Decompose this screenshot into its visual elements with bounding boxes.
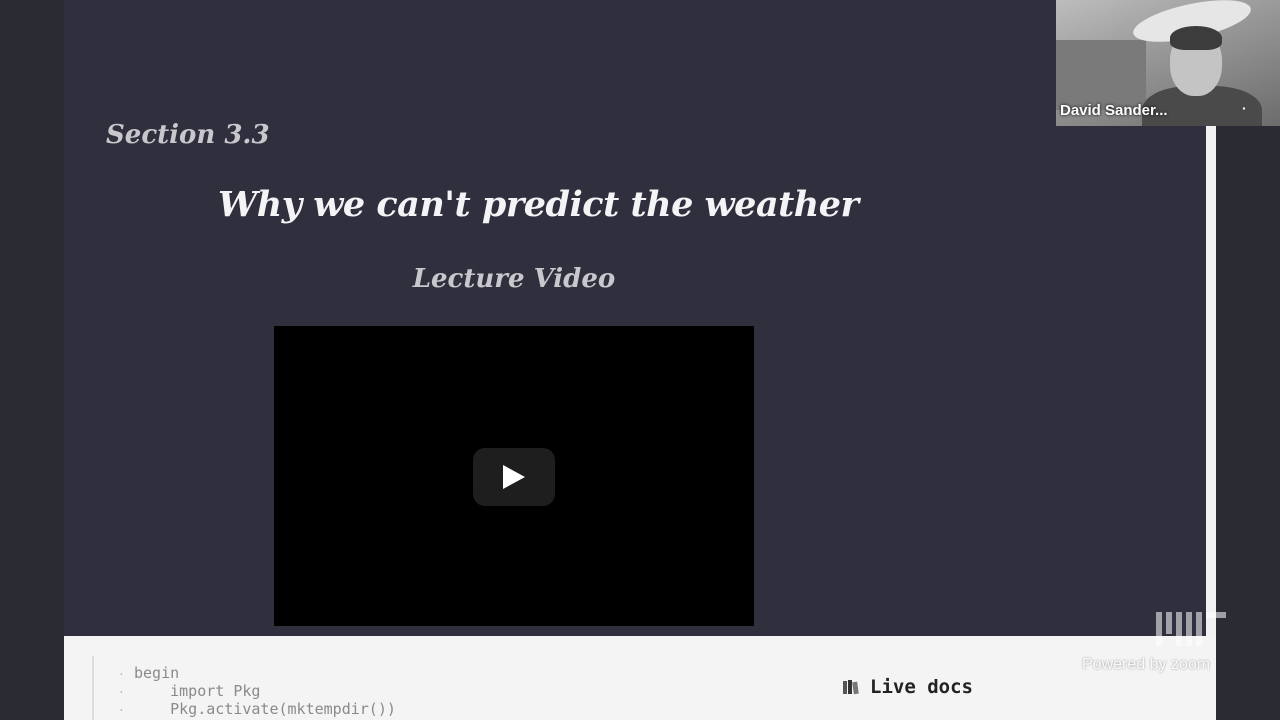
section-heading: Section 3.3: [106, 120, 270, 150]
play-button[interactable]: [473, 448, 555, 506]
live-docs-label: Live docs: [870, 676, 973, 698]
participant-name: David Sander...: [1060, 102, 1168, 119]
mit-logo: [1156, 612, 1226, 646]
lecture-video-heading: Lecture Video: [412, 264, 616, 294]
page-title: Why we can't predict the weather: [218, 184, 859, 225]
code-line: Pkg.activate(mktempdir()): [134, 700, 396, 718]
cell-bracket: [92, 656, 94, 720]
line-marker: ·: [118, 668, 125, 681]
powered-by-zoom: Powered by zoom: [1082, 656, 1211, 673]
page-edge-strip: [1206, 126, 1216, 636]
play-icon: [503, 465, 525, 489]
participant-video-tile[interactable]: David Sander... ·: [1056, 0, 1280, 126]
line-marker: ·: [118, 686, 125, 699]
code-line: import Pkg: [134, 682, 261, 700]
line-marker: ·: [118, 704, 125, 717]
books-icon: [842, 679, 860, 695]
left-margin: [0, 0, 64, 720]
video-player[interactable]: [274, 326, 754, 626]
code-line: begin: [134, 664, 180, 682]
live-docs-button[interactable]: Live docs: [842, 676, 973, 698]
more-options-icon[interactable]: ·: [1242, 100, 1247, 116]
code-cell[interactable]: · · · begin import Pkg Pkg.activate(mkte…: [64, 636, 1216, 720]
